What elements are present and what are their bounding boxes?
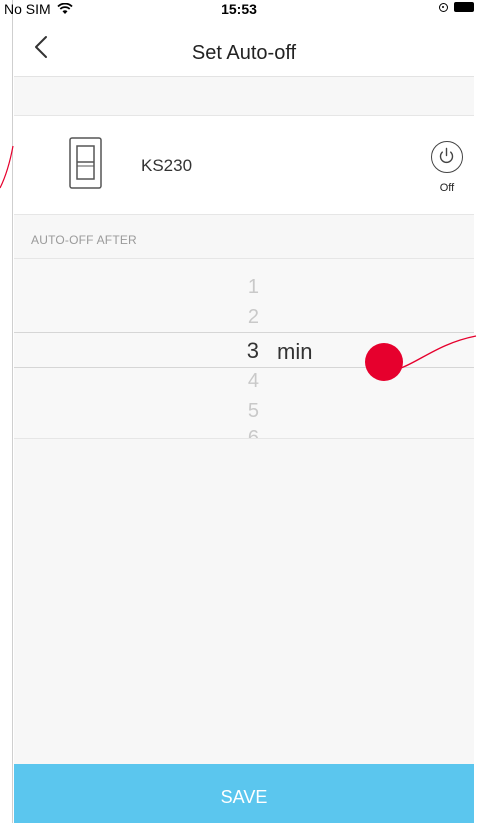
annotation-lines	[0, 145, 477, 372]
annotation-marker-dot	[365, 343, 403, 381]
